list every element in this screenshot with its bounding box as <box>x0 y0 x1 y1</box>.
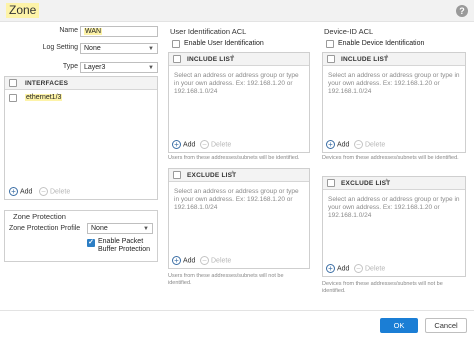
user-exclude-select-all-checkbox[interactable] <box>173 171 181 179</box>
table-row[interactable]: ethernet1/3 <box>5 91 157 105</box>
type-select[interactable]: Layer3 ▼ <box>80 62 158 73</box>
zone-protection-profile-select[interactable]: None ▼ <box>87 223 153 234</box>
interfaces-column-header: INTERFACES <box>25 80 69 87</box>
packet-buffer-label: Enable Packet Buffer Protection <box>98 238 151 253</box>
device-exclude-select-all-checkbox[interactable] <box>327 179 335 187</box>
help-icon[interactable]: ? <box>456 5 468 17</box>
enable-device-id-label: Enable Device Identification <box>338 40 425 47</box>
interfaces-panel: INTERFACES ethernet1/3 <box>4 76 158 200</box>
user-exclude-delete-button[interactable]: − Delete <box>200 256 231 266</box>
user-include-select-all-checkbox[interactable] <box>173 55 181 63</box>
device-exclude-header-label: EXCLUDE LIST <box>341 180 391 187</box>
name-input[interactable]: WAN <box>80 26 158 37</box>
name-value: WAN <box>84 28 103 35</box>
interface-cell: ethernet1/3 <box>25 94 63 101</box>
add-icon: + <box>172 256 181 265</box>
user-include-note: Users from these addresses/subnets will … <box>168 155 300 161</box>
zone-protection-profile-value: None <box>91 225 108 232</box>
chevron-up-icon[interactable]: ^ <box>385 55 388 62</box>
user-include-placeholder[interactable]: Select an address or address group or ty… <box>174 72 304 96</box>
delete-icon: − <box>200 140 209 149</box>
type-label: Type <box>62 63 78 70</box>
user-exclude-note: Users from these addresses/subnets will … <box>168 273 284 286</box>
zone-protection-profile-label: Zone Protection Profile <box>9 225 81 232</box>
add-icon: + <box>326 264 335 273</box>
delete-icon: − <box>354 264 363 273</box>
dialog-titlebar: Zone ? <box>0 0 474 22</box>
zone-protection-title: Zone Protection <box>13 212 66 221</box>
interfaces-add-button[interactable]: + Add <box>9 187 32 197</box>
zone-protection-panel: Zone Protection Zone Protection Profile … <box>4 210 158 262</box>
enable-user-id-checkbox[interactable] <box>172 40 180 48</box>
chevron-down-icon: ▼ <box>148 46 154 52</box>
add-icon: + <box>326 140 335 149</box>
device-include-header: INCLUDE LIST ^ <box>323 53 465 66</box>
user-include-header-label: INCLUDE LIST <box>187 56 235 63</box>
user-exclude-header-label: EXCLUDE LIST <box>187 172 237 179</box>
row-checkbox[interactable] <box>9 94 17 102</box>
packet-buffer-checkbox[interactable]: ✓ <box>87 239 95 247</box>
chevron-up-icon[interactable]: ^ <box>231 171 234 178</box>
name-label: Name <box>59 27 78 34</box>
interfaces-header: INTERFACES <box>5 77 157 90</box>
device-exclude-delete-button[interactable]: − Delete <box>354 264 385 274</box>
chevron-down-icon: ▼ <box>148 65 154 71</box>
device-include-note: Devices from these addresses/subnets wil… <box>322 155 459 161</box>
device-exclude-header: EXCLUDE LIST ^ <box>323 177 465 190</box>
log-setting-value: None <box>84 45 101 52</box>
dialog-title: Zone <box>6 3 40 18</box>
add-icon: + <box>172 140 181 149</box>
user-include-delete-button[interactable]: − Delete <box>200 140 231 150</box>
device-exclude-add-button[interactable]: + Add <box>326 264 349 274</box>
user-include-header: INCLUDE LIST ^ <box>169 53 309 66</box>
device-acl-title: Device-ID ACL <box>324 27 374 36</box>
log-setting-select[interactable]: None ▼ <box>80 43 158 54</box>
cancel-button[interactable]: Cancel <box>425 318 467 333</box>
device-include-delete-button[interactable]: − Delete <box>354 140 385 150</box>
device-include-placeholder[interactable]: Select an address or address group or ty… <box>328 72 460 96</box>
type-value: Layer3 <box>84 64 106 71</box>
device-include-list-panel: INCLUDE LIST ^ Select an address or addr… <box>322 52 466 153</box>
enable-device-id-checkbox[interactable] <box>326 40 334 48</box>
user-acl-title: User Identification ACL <box>170 27 247 36</box>
chevron-up-icon[interactable]: ^ <box>385 179 388 186</box>
select-all-interfaces-checkbox[interactable] <box>9 79 17 87</box>
user-exclude-add-button[interactable]: + Add <box>172 256 195 266</box>
delete-icon: − <box>39 187 48 196</box>
user-exclude-placeholder[interactable]: Select an address or address group or ty… <box>174 188 304 212</box>
user-exclude-list-panel: EXCLUDE LIST ^ Select an address or addr… <box>168 168 310 269</box>
device-exclude-placeholder[interactable]: Select an address or address group or ty… <box>328 196 460 220</box>
chevron-up-icon[interactable]: ^ <box>231 55 234 62</box>
chevron-down-icon: ▼ <box>143 226 149 232</box>
device-exclude-note: Devices from these addresses/subnets wil… <box>322 281 443 294</box>
user-exclude-header: EXCLUDE LIST ^ <box>169 169 309 182</box>
dialog-footer: OK Cancel <box>0 310 474 339</box>
device-include-select-all-checkbox[interactable] <box>327 55 335 63</box>
add-icon: + <box>9 187 18 196</box>
interfaces-delete-button[interactable]: − Delete <box>39 187 70 197</box>
ok-button[interactable]: OK <box>380 318 418 333</box>
enable-user-id-label: Enable User Identification <box>184 40 264 47</box>
user-include-list-panel: INCLUDE LIST ^ Select an address or addr… <box>168 52 310 153</box>
user-include-add-button[interactable]: + Add <box>172 140 195 150</box>
device-exclude-list-panel: EXCLUDE LIST ^ Select an address or addr… <box>322 176 466 277</box>
log-setting-label: Log Setting <box>42 44 78 51</box>
device-include-add-button[interactable]: + Add <box>326 140 349 150</box>
delete-icon: − <box>200 256 209 265</box>
delete-icon: − <box>354 140 363 149</box>
device-include-header-label: INCLUDE LIST <box>341 56 389 63</box>
